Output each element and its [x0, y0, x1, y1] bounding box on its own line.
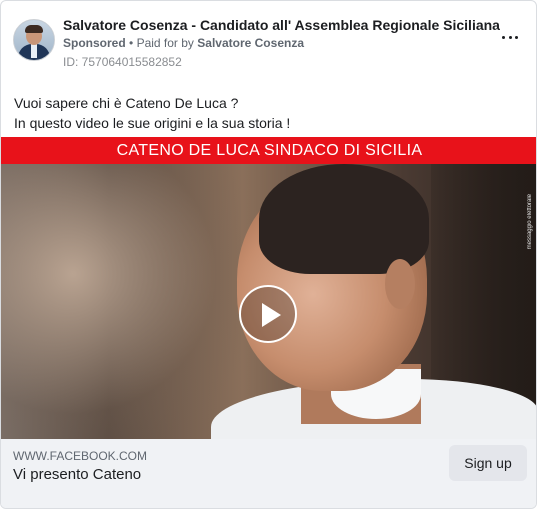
- video-thumbnail[interactable]: messaggio elettorale: [1, 164, 536, 439]
- sign-up-button[interactable]: Sign up: [449, 445, 527, 481]
- avatar-hair: [25, 25, 43, 33]
- play-triangle: [262, 303, 281, 327]
- paid-for-prefix: Paid for by: [136, 36, 194, 50]
- video-person-ear: [385, 259, 415, 309]
- advertiser-avatar[interactable]: [13, 19, 55, 61]
- dot: [508, 35, 512, 39]
- video-banner: CATENO DE LUCA SINDACO DI SICILIA: [1, 137, 536, 164]
- link-title[interactable]: Vi presento Cateno: [13, 466, 141, 483]
- ad-card: Salvatore Cosenza - Candidato all' Assem…: [0, 0, 537, 509]
- watermark-text: messaggio elettorale: [527, 194, 533, 250]
- separator-dot: •: [129, 36, 134, 50]
- video-person-hair: [259, 164, 429, 274]
- page-name[interactable]: Salvatore Cosenza - Candidato all' Assem…: [63, 17, 500, 33]
- video-background-blur: [1, 164, 241, 439]
- link-footer[interactable]: WWW.FACEBOOK.COM Vi presento Cateno Sign…: [1, 439, 536, 508]
- ad-media[interactable]: CATENO DE LUCA SINDACO DI SICILIA messag…: [1, 137, 536, 439]
- dot: [515, 35, 518, 39]
- paid-for-name: Salvatore Cosenza: [197, 36, 304, 50]
- link-domain: WWW.FACEBOOK.COM: [13, 449, 147, 463]
- ad-header: Salvatore Cosenza - Candidato all' Assem…: [13, 13, 524, 75]
- body-line-1: Vuoi sapere chi è Cateno De Luca ?: [14, 95, 239, 111]
- sponsored-line: Sponsored • Paid for by Salvatore Cosenz…: [63, 36, 304, 50]
- dot: [502, 35, 505, 39]
- play-icon[interactable]: [239, 285, 297, 343]
- ad-id: ID: 757064015582852: [63, 55, 182, 69]
- sponsored-label: Sponsored: [63, 36, 126, 50]
- body-line-2: In questo video le sue origini e la sua …: [14, 115, 291, 131]
- avatar-shirt: [31, 44, 37, 58]
- ad-body-text: Vuoi sapere chi è Cateno De Luca ? In qu…: [14, 93, 290, 133]
- more-options-icon[interactable]: [502, 29, 518, 45]
